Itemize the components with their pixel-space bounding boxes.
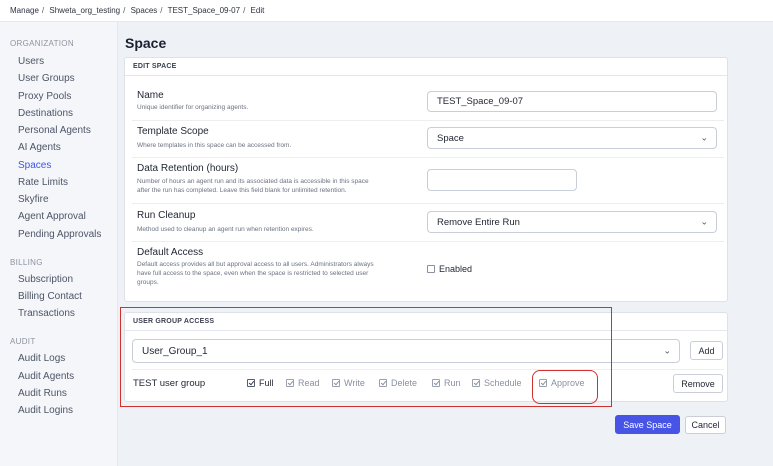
divider	[132, 120, 724, 121]
sidebar-item-rate-limits[interactable]: Rate Limits	[18, 177, 68, 188]
run-cleanup-select[interactable]: Remove Entire Run ⌄	[427, 211, 717, 233]
remove-user-group-button[interactable]: Remove	[673, 374, 723, 393]
breadcrumb-spaces[interactable]: Spaces	[131, 6, 158, 15]
sidebar-item-audit-runs[interactable]: Audit Runs	[18, 388, 67, 399]
sidebar-item-ai-agents[interactable]: AI Agents	[18, 142, 61, 153]
name-input[interactable]: TEST_Space_09-07	[427, 91, 717, 112]
default-access-checkbox[interactable]: Enabled	[427, 264, 472, 274]
template-scope-desc: Where templates in this space can be acc…	[137, 142, 292, 149]
sidebar-item-spaces[interactable]: Spaces	[18, 160, 51, 171]
sidebar-item-transactions[interactable]: Transactions	[18, 308, 75, 319]
sidebar-item-audit-logs[interactable]: Audit Logs	[18, 353, 65, 364]
run-cleanup-label: Run Cleanup	[137, 210, 196, 221]
sidebar-item-proxy-pools[interactable]: Proxy Pools	[18, 91, 71, 102]
edit-space-heading: EDIT SPACE	[125, 58, 727, 76]
data-retention-desc-1: Number of hours an agent run and its ass…	[137, 178, 369, 185]
sidebar-item-destinations[interactable]: Destinations	[18, 108, 73, 119]
data-retention-label: Data Retention (hours)	[137, 163, 239, 174]
sidebar-section-billing: BILLING	[10, 258, 43, 267]
default-access-desc-3: groups.	[137, 279, 159, 286]
template-scope-value: Space	[437, 132, 464, 144]
breadcrumb-manage[interactable]: Manage	[10, 6, 39, 15]
sidebar-item-subscription[interactable]: Subscription	[18, 274, 73, 285]
breadcrumb: Manage / Shweta_org_testing / Spaces / TEST…	[0, 0, 773, 22]
template-scope-label: Template Scope	[137, 126, 209, 137]
sidebar-item-audit-agents[interactable]: Audit Agents	[18, 371, 74, 382]
sidebar-item-user-groups[interactable]: User Groups	[18, 73, 75, 84]
default-access-label: Default Access	[137, 247, 204, 258]
divider	[132, 157, 724, 158]
sidebar-item-billing-contact[interactable]: Billing Contact	[18, 291, 82, 302]
add-user-group-button[interactable]: Add	[690, 341, 723, 360]
run-cleanup-desc: Method used to cleanup an agent run when…	[137, 226, 314, 233]
data-retention-desc-2: after the run has completed. Leave this …	[137, 187, 347, 194]
sidebar-section-organization: ORGANIZATION	[10, 39, 74, 48]
sidebar-item-pending-approvals[interactable]: Pending Approvals	[18, 229, 101, 240]
template-scope-select[interactable]: Space ⌄	[427, 127, 717, 149]
cancel-button[interactable]: Cancel	[685, 416, 726, 434]
sidebar-item-skyfire[interactable]: Skyfire	[18, 194, 49, 205]
checkbox-box[interactable]	[427, 265, 435, 273]
chevron-down-icon: ⌄	[663, 345, 671, 356]
name-desc: Unique identifier for organizing agents.	[137, 104, 249, 111]
divider	[132, 241, 724, 242]
sidebar-item-personal-agents[interactable]: Personal Agents	[18, 125, 91, 136]
name-input-value: TEST_Space_09-07	[437, 96, 524, 107]
breadcrumb-edit: Edit	[250, 6, 265, 15]
breadcrumb-space[interactable]: TEST_Space_09-07	[168, 6, 241, 15]
run-cleanup-value: Remove Entire Run	[437, 216, 520, 228]
default-access-desc-2: have full access to the space, even when…	[137, 270, 369, 277]
highlight-approve	[532, 370, 598, 404]
sidebar-item-agent-approval[interactable]: Agent Approval	[18, 211, 86, 222]
default-access-enabled-label: Enabled	[439, 264, 473, 274]
chevron-down-icon: ⌄	[700, 216, 708, 227]
sidebar-item-audit-logins[interactable]: Audit Logins	[18, 405, 73, 416]
default-access-desc-1: Default access provides all but approval…	[137, 261, 374, 268]
name-label: Name	[137, 90, 164, 101]
sidebar	[0, 22, 118, 466]
divider	[132, 203, 724, 204]
save-space-button[interactable]: Save Space	[615, 415, 680, 434]
page-title: Space	[125, 35, 167, 51]
sidebar-item-users[interactable]: Users	[18, 56, 44, 67]
sidebar-section-audit: AUDIT	[10, 337, 36, 346]
chevron-down-icon: ⌄	[700, 132, 708, 143]
breadcrumb-org[interactable]: Shweta_org_testing	[49, 6, 120, 15]
data-retention-input[interactable]	[427, 169, 577, 191]
